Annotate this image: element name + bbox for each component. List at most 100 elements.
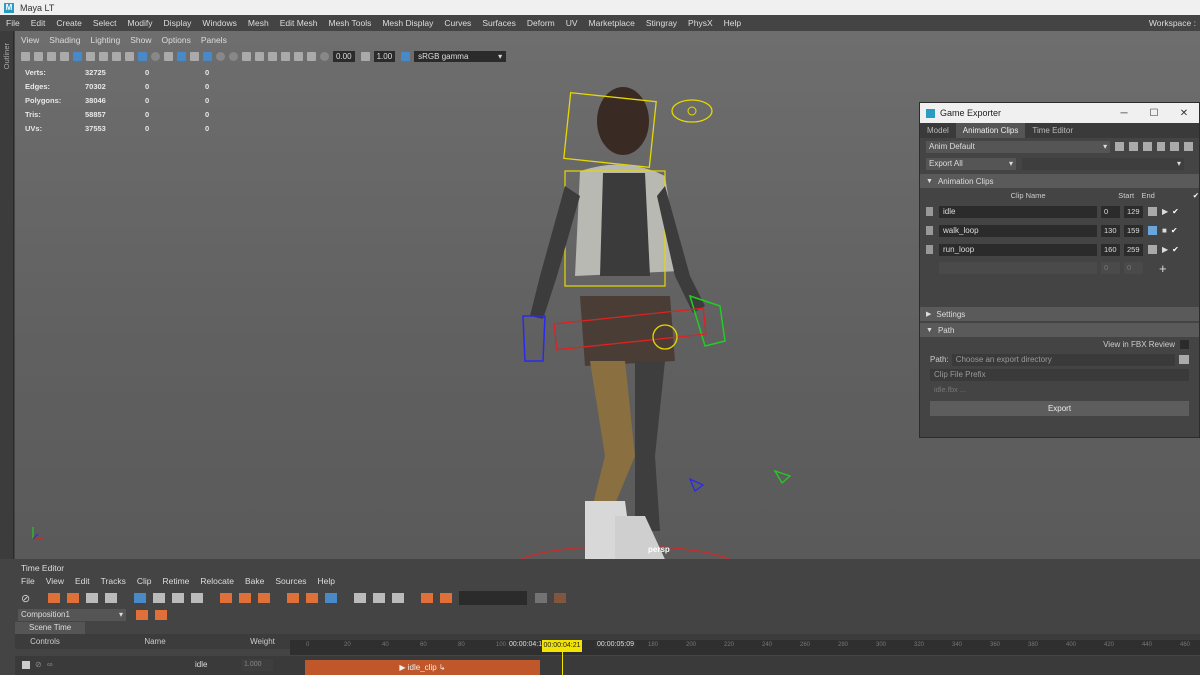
track-mute-checkbox[interactable] [22,661,30,669]
menu-edit[interactable]: Edit [31,18,46,28]
xray-components-icon[interactable] [307,51,316,61]
tab-model[interactable]: Model [920,123,956,138]
new-preset-icon[interactable] [1115,142,1124,151]
menu-modify[interactable]: Modify [128,18,153,28]
te-menu-retime[interactable]: Retime [162,576,189,586]
sync-icon[interactable] [554,593,567,603]
te-menu-clip[interactable]: Clip [137,576,152,586]
outliner-tab[interactable]: Outliner [0,31,14,559]
loop-tool-icon[interactable] [191,593,204,603]
te-menu-help[interactable]: Help [318,576,335,586]
panel-menu-panels[interactable]: Panels [201,35,227,47]
color-management-icon[interactable] [401,51,411,61]
film-icon[interactable] [1148,207,1157,216]
snap-keys-icon[interactable] [258,593,271,603]
clip-start-field[interactable]: 160 [1101,243,1120,256]
stop-icon[interactable]: ■ [1162,226,1167,235]
clip-checkbox[interactable]: ✔ [1172,245,1179,254]
minimize-icon[interactable]: ─ [1109,108,1139,119]
folder-icon[interactable] [1179,355,1189,364]
menu-edit-mesh[interactable]: Edit Mesh [280,18,318,28]
export-mode-dropdown[interactable]: Export All ▾ [926,157,1016,170]
clip-name-field[interactable]: run_loop [939,243,1097,256]
menu-help[interactable]: Help [724,18,741,28]
ambient-occlusion-icon[interactable] [216,51,225,61]
delete-icon[interactable] [1170,142,1180,151]
open-folder-icon[interactable] [1142,142,1152,151]
export-set-dropdown[interactable]: ▾ [1022,157,1184,170]
character-model[interactable] [485,61,805,559]
snap-clips-icon[interactable] [239,593,252,603]
clip-name-field[interactable]: idle [939,205,1097,218]
menu-mesh[interactable]: Mesh [248,18,269,28]
xray-icon[interactable] [281,51,290,61]
track-weight-field[interactable]: 1.000 [241,659,273,671]
panel-menu-shading[interactable]: Shading [49,35,80,47]
track-lock-icon[interactable]: ∞ [47,660,53,669]
audio-icon[interactable] [421,593,434,603]
crossfade-icon[interactable] [306,593,319,603]
section-path[interactable]: ▼ Path [920,323,1199,337]
preset-dropdown[interactable]: Anim Default ▾ [926,140,1111,153]
te-menu-relocate[interactable]: Relocate [200,576,234,586]
panel-menu-show[interactable]: Show [130,35,151,47]
track-solo-icon[interactable]: ⊘ [35,660,42,669]
menu-mesh-display[interactable]: Mesh Display [382,18,433,28]
motion-blur-icon[interactable] [229,51,238,61]
mute-icon[interactable]: ⊘ [21,592,30,605]
gate-mask-icon[interactable] [112,51,121,61]
trash-icon[interactable] [926,226,933,235]
menu-physx[interactable]: PhysX [688,18,713,28]
loop-playback-icon[interactable] [325,593,338,603]
bookmark-icon[interactable] [47,51,56,61]
play-icon[interactable]: ▶ [1162,207,1168,216]
clip-start-field[interactable]: 0 [1101,205,1120,218]
add-clip-icon[interactable] [48,593,61,603]
export-button[interactable]: Export [930,401,1189,416]
duplicate-composition-icon[interactable] [155,610,167,620]
panel-menu-options[interactable]: Options [162,35,191,47]
menu-stingray[interactable]: Stingray [646,18,677,28]
tab-animation-clips[interactable]: Animation Clips [955,123,1026,138]
move-tool-icon[interactable] [134,593,147,603]
snap-frames-icon[interactable] [220,593,233,603]
workspace-selector[interactable]: Workspace : [1149,15,1196,31]
xray-joints-icon[interactable] [294,51,303,61]
menu-create[interactable]: Create [56,18,82,28]
new-composition-icon[interactable] [136,610,148,620]
trash-icon[interactable] [926,207,933,216]
exposure-field[interactable]: 0.00 [333,50,355,62]
menu-deform[interactable]: Deform [527,18,555,28]
panel-menu-lighting[interactable]: Lighting [90,35,120,47]
te-menu-view[interactable]: View [46,576,64,586]
clip-checkbox[interactable]: ✔ [1171,226,1178,235]
te-menu-file[interactable]: File [21,576,35,586]
camera-attributes-icon[interactable] [34,51,43,61]
menu-marketplace[interactable]: Marketplace [589,18,635,28]
wireframe-on-shaded-icon[interactable] [164,51,173,61]
menu-surfaces[interactable]: Surfaces [482,18,516,28]
te-menu-edit[interactable]: Edit [75,576,90,586]
film-gate-icon[interactable] [86,51,95,61]
select-all-checkbox[interactable]: ✔ [1193,191,1199,200]
idle-clip[interactable]: ▶ idle_clip ↳ [305,660,540,675]
save-icon[interactable] [1156,142,1166,151]
time-ruler[interactable]: 0204060801001201401601802002202402602803… [290,640,1200,655]
scale-tool-icon[interactable] [172,593,185,603]
ghost-icon[interactable] [440,593,453,603]
clip-end-field[interactable]: 159 [1124,224,1143,237]
search-field[interactable] [459,591,528,605]
menu-mesh-tools[interactable]: Mesh Tools [329,18,372,28]
clip-checkbox[interactable]: ✔ [1172,207,1179,216]
shadows-icon[interactable] [203,51,212,61]
film-icon[interactable] [1148,245,1157,254]
section-settings[interactable]: ▶ Settings [920,307,1199,321]
add-track-icon[interactable] [67,593,80,603]
lights-icon[interactable] [190,51,199,61]
panel-menu-view[interactable]: View [21,35,39,47]
anti-aliasing-icon[interactable] [242,51,251,61]
film-icon[interactable] [1148,226,1157,235]
menu-display[interactable]: Display [164,18,192,28]
group-clips-icon[interactable] [105,593,118,603]
te-menu-tracks[interactable]: Tracks [101,576,126,586]
